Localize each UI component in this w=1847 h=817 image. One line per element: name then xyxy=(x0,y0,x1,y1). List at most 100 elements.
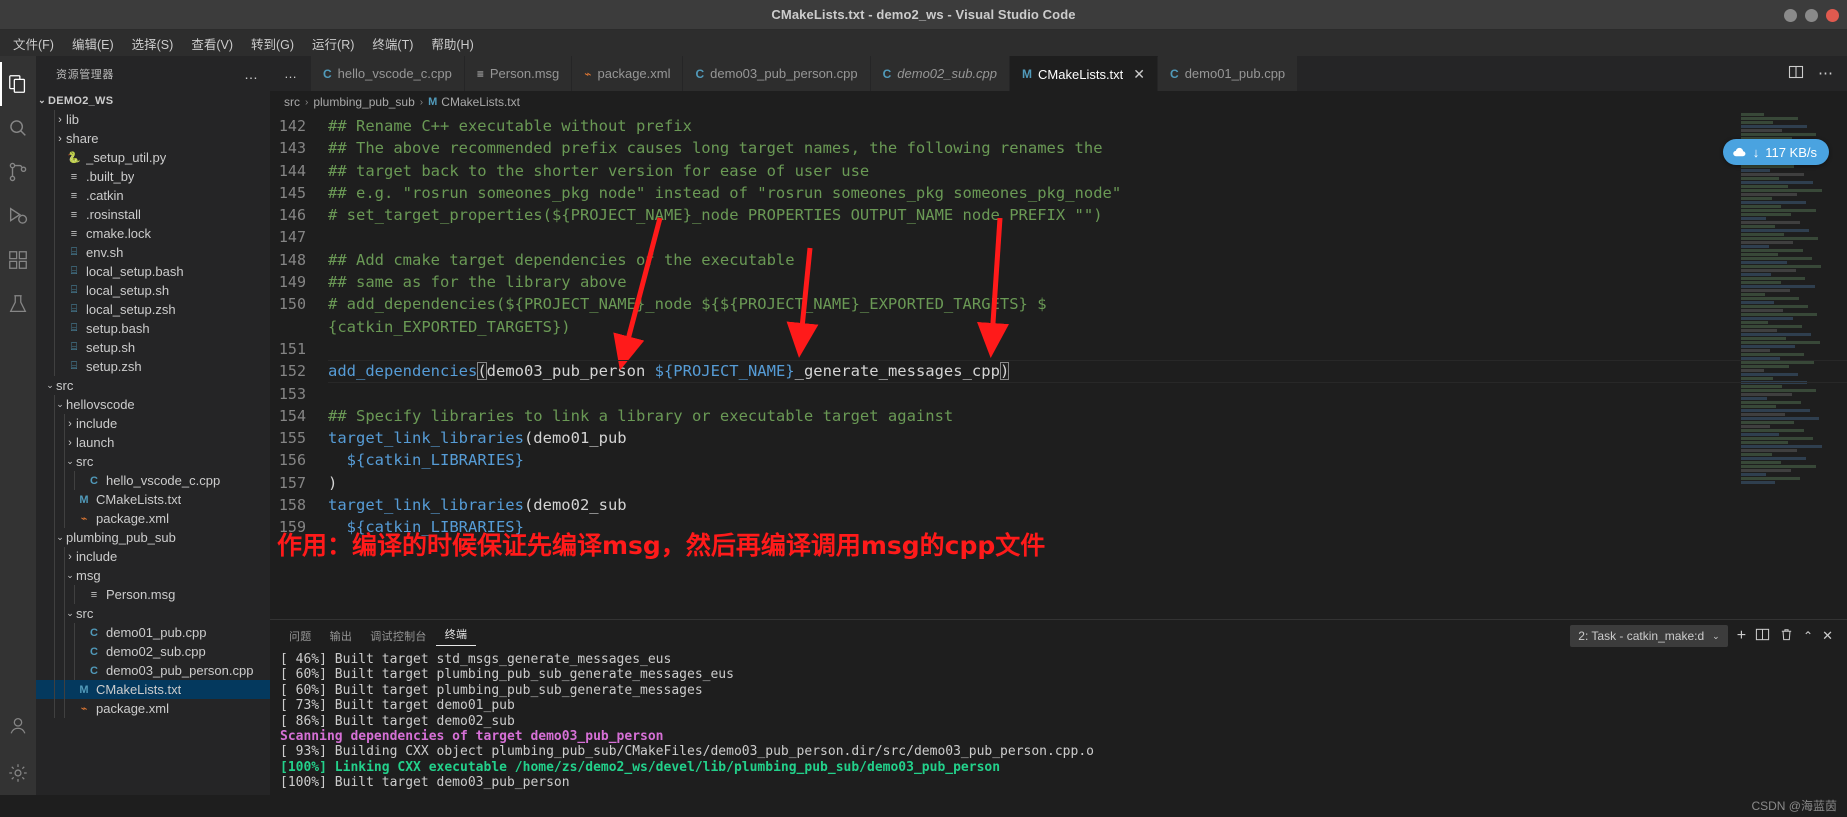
menu-item-1[interactable]: 编辑(E) xyxy=(63,32,123,55)
split-terminal-button[interactable] xyxy=(1755,627,1770,645)
tree-item-local-setup-sh[interactable]: ⌸ local_setup.sh xyxy=(36,281,270,300)
tree-item-setup-bash[interactable]: ⌸ setup.bash xyxy=(36,319,270,338)
tree-item-label: .catkin xyxy=(86,188,124,203)
menu-item-0[interactable]: 文件(F) xyxy=(4,32,63,55)
panel-tab-1[interactable]: 输出 xyxy=(321,628,362,644)
tree-item--catkin[interactable]: ≡ .catkin xyxy=(36,186,270,205)
editor-tab-demo03-pub-person-cpp[interactable]: Cdemo03_pub_person.cpp xyxy=(683,56,871,91)
panel-tab-2[interactable]: 调试控制台 xyxy=(361,628,436,644)
terminal-line-3: [ 73%] Built target demo01_pub xyxy=(280,698,515,714)
split-editor-icon[interactable] xyxy=(1788,64,1804,83)
tree-item-include[interactable]: › include xyxy=(36,547,270,566)
window-controls[interactable] xyxy=(1784,0,1839,30)
tree-item-demo02-sub-cpp[interactable]: Cdemo02_sub.cpp xyxy=(36,642,270,661)
menu-item-2[interactable]: 选择(S) xyxy=(123,32,183,55)
tree-item-src[interactable]: ⌄ src xyxy=(36,376,270,395)
code-token: # set_target_properties(${PROJECT_NAME}_… xyxy=(328,206,1103,225)
new-terminal-button[interactable]: + xyxy=(1737,627,1746,645)
panel-tab-3[interactable]: 终端 xyxy=(435,626,477,646)
tree-item-hello-vscode-c-cpp[interactable]: Chello_vscode_c.cpp xyxy=(36,471,270,490)
tree-item--built-by[interactable]: ≡ .built_by xyxy=(36,167,270,186)
tree-root-demo2-ws[interactable]: ⌄ DEMO2_WS xyxy=(36,91,270,110)
activity-testing[interactable] xyxy=(0,282,36,326)
tree-item--setup-util-py[interactable]: 🐍 _setup_util.py xyxy=(36,148,270,167)
close-panel-button[interactable]: ✕ xyxy=(1822,628,1833,644)
terminal-task-label: 2: Task - catkin_make:d xyxy=(1578,629,1705,643)
explorer-more-actions[interactable]: … xyxy=(244,67,258,81)
terminal-task-select[interactable]: 2: Task - catkin_make:d ⌄ xyxy=(1570,625,1728,647)
tree-item-demo03-pub-person-cpp[interactable]: Cdemo03_pub_person.cpp xyxy=(36,661,270,680)
tree-item-setup-sh[interactable]: ⌸ setup.sh xyxy=(36,338,270,357)
tree-item-plumbing-pub-sub[interactable]: ⌄ plumbing_pub_sub xyxy=(36,528,270,547)
beaker-icon xyxy=(9,295,27,312)
activity-extensions[interactable] xyxy=(0,238,36,282)
editor-tab-demo01-pub-cpp[interactable]: Cdemo01_pub.cpp xyxy=(1158,56,1299,91)
breadcrumb-item-2[interactable]: M CMakeLists.txt xyxy=(428,95,520,109)
maximize-button[interactable] xyxy=(1805,8,1818,22)
activity-settings[interactable] xyxy=(0,751,36,795)
editor-tab-hello-vscode-c-cpp[interactable]: Chello_vscode_c.cpp xyxy=(311,56,465,91)
indent-guide xyxy=(54,623,55,642)
tree-item-share[interactable]: › share xyxy=(36,129,270,148)
kill-terminal-button[interactable] xyxy=(1779,627,1794,645)
tree-item-label: package.xml xyxy=(96,511,169,526)
menu-item-7[interactable]: 帮助(H) xyxy=(422,32,482,55)
tree-item-setup-zsh[interactable]: ⌸ setup.zsh xyxy=(36,357,270,376)
tree-item-label: launch xyxy=(76,435,115,450)
tree-item-local-setup-zsh[interactable]: ⌸ local_setup.zsh xyxy=(36,300,270,319)
chevron-down-icon: ⌄ xyxy=(56,532,64,542)
editor-more-icon[interactable]: ⋯ xyxy=(1818,66,1833,81)
tree-item-msg[interactable]: ⌄ msg xyxy=(36,566,270,585)
tree-item-cmakelists-txt[interactable]: M CMakeLists.txt xyxy=(36,490,270,509)
editor-tab-cmakelists-txt[interactable]: M CMakeLists.txt ✕ xyxy=(1010,56,1159,91)
tabs-overflow-label: … xyxy=(284,66,297,81)
breadcrumb[interactable]: src › plumbing_pub_sub › M CMakeLists.txt xyxy=(270,91,1847,113)
chevron-right-icon: › xyxy=(58,113,62,126)
breadcrumb-item-1[interactable]: plumbing_pub_sub xyxy=(313,95,414,109)
code-line-145: 145 ## e.g. "rosrun someones_pkg node" in… xyxy=(270,182,1847,204)
editor-tab-package-xml[interactable]: ⌁ package.xml xyxy=(572,56,684,91)
menu-item-4[interactable]: 转到(G) xyxy=(242,32,303,55)
code-line-wrap: {catkin_EXPORTED_TARGETS}) xyxy=(270,316,1847,338)
download-speed-label: 117 KB/s xyxy=(1765,144,1817,160)
tree-item-env-sh[interactable]: ⌸ env.sh xyxy=(36,243,270,262)
menu-item-5[interactable]: 运行(R) xyxy=(303,32,363,55)
tree-item-person-msg[interactable]: ≡ Person.msg xyxy=(36,585,270,604)
activity-source-control[interactable] xyxy=(0,150,36,194)
maximize-panel-button[interactable]: ⌃ xyxy=(1803,629,1813,643)
tree-item-cmakelists-txt[interactable]: M CMakeLists.txt xyxy=(36,680,270,699)
editor-tab-demo02-sub-cpp[interactable]: Cdemo02_sub.cpp xyxy=(870,56,1011,91)
panel-tab-0[interactable]: 问题 xyxy=(280,628,321,644)
minimap-line xyxy=(1741,313,1818,316)
menu-item-6[interactable]: 终端(T) xyxy=(363,32,422,55)
tree-item-cmake-lock[interactable]: ≡ cmake.lock xyxy=(36,224,270,243)
file-tree[interactable]: ⌄ DEMO2_WS › lib › share 🐍 _setup_util.py ≡ .bu… xyxy=(36,91,270,795)
tree-item-local-setup-bash[interactable]: ⌸ local_setup.bash xyxy=(36,262,270,281)
tree-item-label: setup.bash xyxy=(86,321,150,336)
terminal-output[interactable]: [ 46%] Built target std_msgs_generate_me… xyxy=(270,652,1847,795)
activity-explorer[interactable] xyxy=(0,62,36,106)
tree-item-src[interactable]: ⌄ src xyxy=(36,452,270,471)
activity-run-debug[interactable] xyxy=(0,194,36,238)
tree-item-label: cmake.lock xyxy=(86,226,152,241)
tabs-overflow-button[interactable]: … xyxy=(270,56,311,91)
tree-item-demo01-pub-cpp[interactable]: Cdemo01_pub.cpp xyxy=(36,623,270,642)
tab-close-icon[interactable]: ✕ xyxy=(1133,67,1145,81)
tree-item-hellovscode[interactable]: ⌄ hellovscode xyxy=(36,395,270,414)
tree-item-lib[interactable]: › lib xyxy=(36,110,270,129)
tree-item-src[interactable]: ⌄ src xyxy=(36,604,270,623)
tree-item-include[interactable]: › include xyxy=(36,414,270,433)
editor-tab-person-msg[interactable]: ≡ Person.msg xyxy=(464,56,573,91)
explorer-header: 资源管理器 … xyxy=(36,56,270,91)
menu-item-3[interactable]: 查看(V) xyxy=(182,32,242,55)
tree-item-launch[interactable]: › launch xyxy=(36,433,270,452)
tree-item-package-xml[interactable]: ⌁ package.xml xyxy=(36,509,270,528)
breadcrumb-item-0[interactable]: src xyxy=(284,95,300,109)
activity-accounts[interactable] xyxy=(0,707,36,751)
activity-search[interactable] xyxy=(0,106,36,150)
close-window-button[interactable] xyxy=(1826,8,1839,22)
indent-guide xyxy=(54,661,55,680)
tree-item-package-xml[interactable]: ⌁ package.xml xyxy=(36,699,270,718)
tree-item--rosinstall[interactable]: ≡ .rosinstall xyxy=(36,205,270,224)
minimize-button[interactable] xyxy=(1784,8,1797,22)
